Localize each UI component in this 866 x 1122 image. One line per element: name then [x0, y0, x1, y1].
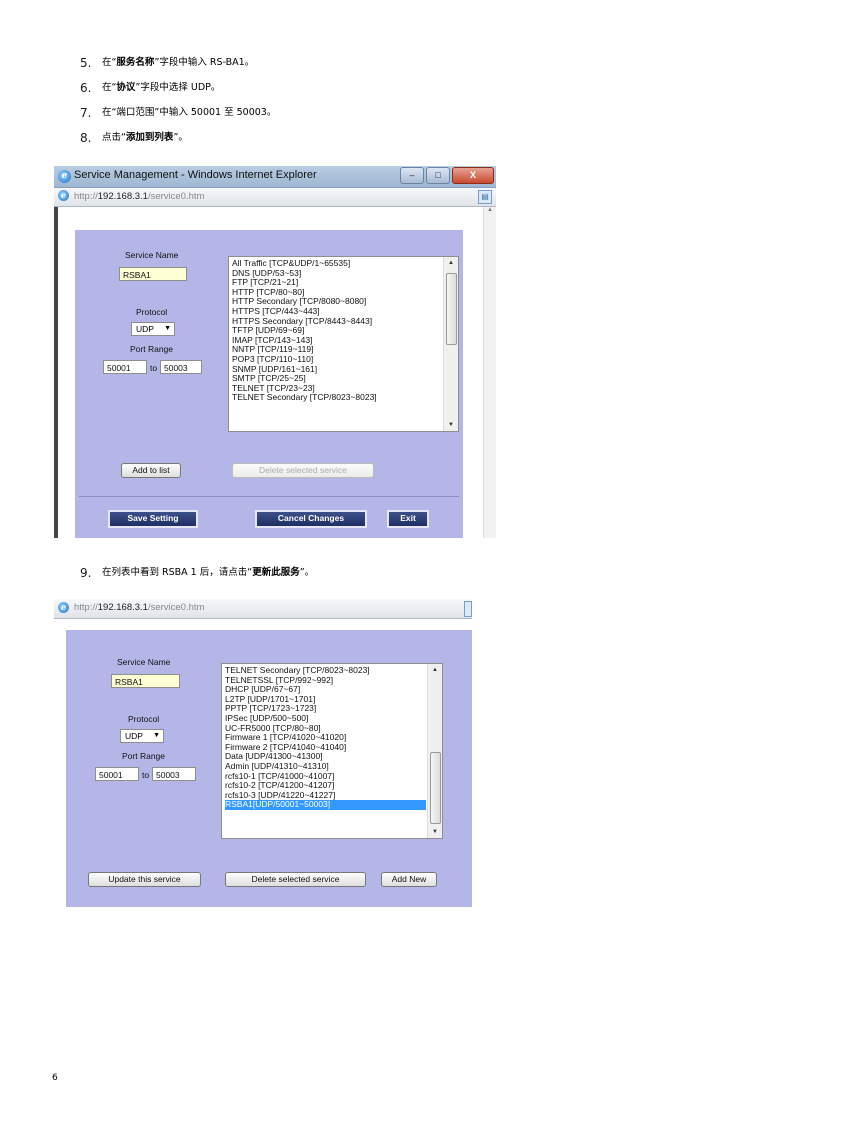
step-text: ”字段中输入 RS-BA1。: [154, 57, 255, 68]
service-form-panel: Service Name RSBA1 Protocol UDP ▼ Port R…: [66, 630, 472, 907]
step-6: 6. 在“ 协议 ”字段中选择 UDP。: [80, 81, 220, 95]
step-5: 5. 在“ 服务名称 ”字段中输入 RS-BA1。: [80, 56, 254, 70]
protocol-label: Protocol: [136, 307, 168, 317]
screenshot-service-management-1: e Service Management - Windows Internet …: [54, 166, 496, 538]
step-bold-term: 添加到列表: [125, 132, 174, 143]
minimize-button[interactable]: –: [400, 167, 424, 184]
step-text: ”字段中选择 UDP。: [135, 82, 221, 93]
page-icon: e: [58, 190, 69, 201]
divider: [79, 496, 459, 497]
step-8: 8. 点击“ 添加到列表”。: [80, 131, 188, 145]
window-left-edge: [54, 207, 58, 538]
service-name-input[interactable]: RSBA1: [111, 674, 180, 688]
step-7: 7. 在“端口范围”中输入 50001 至 50003。: [80, 106, 276, 120]
service-list[interactable]: TELNET Secondary [TCP/8023~8023] TELNETSS…: [221, 663, 443, 839]
scroll-down-icon[interactable]: ▼: [444, 419, 458, 431]
step-text: ”。: [173, 132, 188, 143]
port-range-label: Port Range: [122, 751, 165, 761]
step-text: 在列表中看到 RSBA 1 后，请点击“: [102, 567, 253, 578]
service-list-items: All Traffic [TCP&UDP/1~65535] DNS [UDP/53…: [232, 258, 442, 403]
compatibility-view-icon[interactable]: [464, 601, 472, 617]
scroll-up-icon[interactable]: ▲: [444, 257, 458, 269]
step-number: 7.: [80, 106, 92, 120]
scroll-down-icon[interactable]: ▼: [428, 826, 442, 838]
port-range-label: Port Range: [130, 344, 173, 354]
close-button[interactable]: X: [452, 167, 494, 184]
protocol-select[interactable]: UDP ▼: [131, 322, 175, 336]
protocol-select[interactable]: UDP ▼: [120, 729, 164, 743]
step-bold-term: 更新此服务: [252, 567, 300, 578]
step-text: 点击“: [102, 132, 126, 143]
service-list-scrollbar[interactable]: ▲ ▼: [427, 664, 442, 838]
step-number: 9.: [80, 566, 92, 580]
compatibility-view-icon[interactable]: ▤: [478, 190, 492, 204]
port-from-input[interactable]: 50001: [103, 360, 147, 374]
service-list-scrollbar[interactable]: ▲ ▼: [443, 257, 458, 431]
step-number: 8.: [80, 131, 92, 145]
protocol-label: Protocol: [128, 714, 160, 724]
step-bold-term: 协议: [116, 82, 136, 93]
delete-selected-service-button[interactable]: Delete selected service: [225, 872, 366, 887]
scroll-thumb[interactable]: [446, 273, 457, 345]
window-controls: – □ X: [400, 167, 494, 184]
step-text: 在“: [102, 82, 117, 93]
scroll-up-icon[interactable]: ▲: [428, 664, 442, 676]
update-this-service-button[interactable]: Update this service: [88, 872, 201, 887]
port-to-input[interactable]: 50003: [160, 360, 202, 374]
add-new-button[interactable]: Add New: [381, 872, 437, 887]
address-url: http://192.168.3.1/service0.htm: [74, 191, 205, 202]
page-icon: e: [58, 602, 69, 613]
step-bold-term: 服务名称: [116, 57, 155, 68]
step-9: 9. 在列表中看到 RSBA 1 后，请点击“ 更新此服务”。: [80, 566, 314, 580]
port-to-label: to: [150, 363, 158, 373]
service-list-item[interactable]: TELNET Secondary [TCP/8023~8023]: [232, 393, 442, 403]
window-title: Service Management - Windows Internet Ex…: [74, 169, 317, 181]
service-name-label: Service Name: [125, 250, 179, 260]
step-text: ”。: [299, 567, 315, 578]
port-from-input[interactable]: 50001: [95, 767, 139, 781]
cancel-changes-button[interactable]: Cancel Changes: [255, 510, 367, 528]
port-to-label: to: [142, 770, 150, 780]
port-to-input[interactable]: 50003: [152, 767, 196, 781]
address-bar[interactable]: e http://192.168.3.1/service0.htm: [54, 599, 472, 619]
scroll-up-icon[interactable]: ▲: [484, 207, 496, 213]
save-setting-button[interactable]: Save Setting: [108, 510, 198, 528]
chevron-down-icon: ▼: [164, 325, 171, 332]
window-titlebar: e Service Management - Windows Internet …: [54, 166, 496, 188]
service-name-input[interactable]: RSBA1: [119, 267, 187, 281]
step-number: 6.: [80, 81, 92, 95]
address-url: http://192.168.3.1/service0.htm: [74, 602, 205, 613]
service-list-item[interactable]: RSBA1[UDP/50001~50003]: [225, 800, 426, 810]
step-text: 在“: [102, 57, 117, 68]
service-list-items: TELNET Secondary [TCP/8023~8023] TELNETSS…: [225, 665, 426, 810]
scroll-thumb[interactable]: [430, 752, 441, 824]
exit-button[interactable]: Exit: [387, 510, 429, 528]
chevron-down-icon: ▼: [153, 732, 160, 739]
protocol-value: UDP: [136, 324, 154, 334]
page-number: 6: [52, 1073, 58, 1083]
service-form-panel: Service Name RSBA1 Protocol UDP ▼ Port R…: [75, 230, 463, 538]
page-scrollbar[interactable]: ▲: [483, 207, 496, 538]
step-text: 在“端口范围”中输入 50001 至 50003。: [102, 107, 277, 118]
protocol-value: UDP: [125, 731, 143, 741]
service-name-label: Service Name: [117, 657, 171, 667]
address-bar[interactable]: e http://192.168.3.1/service0.htm ▤: [54, 188, 496, 207]
add-to-list-button[interactable]: Add to list: [121, 463, 181, 478]
step-number: 5.: [80, 56, 92, 70]
delete-selected-service-button[interactable]: Delete selected service: [232, 463, 374, 478]
service-list[interactable]: All Traffic [TCP&UDP/1~65535] DNS [UDP/53…: [228, 256, 459, 432]
maximize-button[interactable]: □: [426, 167, 450, 184]
ie-logo-icon: e: [58, 170, 71, 183]
screenshot-service-management-2: e http://192.168.3.1/service0.htm Servic…: [54, 599, 472, 907]
